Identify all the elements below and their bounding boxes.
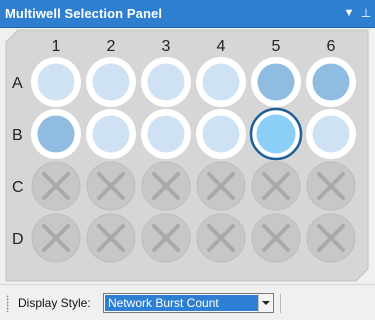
well-D1 bbox=[31, 213, 81, 263]
well-D6 bbox=[306, 213, 356, 263]
well-A4[interactable] bbox=[196, 57, 246, 107]
multiwell-plate: 1 2 3 4 5 6 A B C D bbox=[4, 28, 370, 283]
well-B6[interactable] bbox=[306, 109, 356, 159]
row-label: C bbox=[12, 179, 24, 196]
well-D4 bbox=[196, 213, 246, 263]
pin-icon[interactable]: ⊥ bbox=[358, 4, 374, 22]
row-label: A bbox=[12, 75, 23, 92]
bottom-separator bbox=[0, 284, 375, 285]
well-C2 bbox=[86, 161, 136, 211]
row-label: B bbox=[12, 127, 23, 144]
toolbar-grip-handle[interactable] bbox=[6, 295, 9, 312]
well-D5 bbox=[251, 213, 301, 263]
display-style-selected-value: Network Burst Count bbox=[105, 295, 260, 311]
column-label: 1 bbox=[52, 38, 61, 55]
plate-graphic: 1 2 3 4 5 6 A B C D bbox=[5, 29, 369, 282]
well-C6 bbox=[306, 161, 356, 211]
dropdown-arrow-icon[interactable] bbox=[258, 294, 273, 312]
column-label: 2 bbox=[107, 38, 116, 55]
panel-menu-dropdown-icon[interactable]: ▼ bbox=[341, 4, 357, 22]
display-style-toolbar: Display Style: Network Burst Count bbox=[0, 287, 375, 320]
well-C5 bbox=[251, 161, 301, 211]
display-style-dropdown[interactable]: Network Burst Count bbox=[103, 293, 274, 313]
row-label: D bbox=[12, 231, 24, 248]
well-B3[interactable] bbox=[141, 109, 191, 159]
well-C3 bbox=[141, 161, 191, 211]
well-A1[interactable] bbox=[31, 57, 81, 107]
well-C1 bbox=[31, 161, 81, 211]
well-A5[interactable] bbox=[251, 57, 301, 107]
display-style-label: Display Style: bbox=[18, 296, 91, 310]
well-C4 bbox=[196, 161, 246, 211]
well-B4[interactable] bbox=[196, 109, 246, 159]
well-D3 bbox=[141, 213, 191, 263]
column-label: 6 bbox=[327, 38, 336, 55]
well-B2[interactable] bbox=[86, 109, 136, 159]
well-B1[interactable] bbox=[31, 109, 81, 159]
column-label: 3 bbox=[162, 38, 171, 55]
panel-titlebar: Multiwell Selection Panel ▼ ⊥ bbox=[0, 0, 375, 28]
well-D2 bbox=[86, 213, 136, 263]
well-A6[interactable] bbox=[306, 57, 356, 107]
well-A3[interactable] bbox=[141, 57, 191, 107]
column-label: 5 bbox=[272, 38, 281, 55]
panel-title: Multiwell Selection Panel bbox=[5, 6, 163, 21]
well-B5[interactable] bbox=[249, 107, 303, 161]
toolbar-separator bbox=[280, 294, 281, 313]
well-A2[interactable] bbox=[86, 57, 136, 107]
column-label: 4 bbox=[217, 38, 226, 55]
